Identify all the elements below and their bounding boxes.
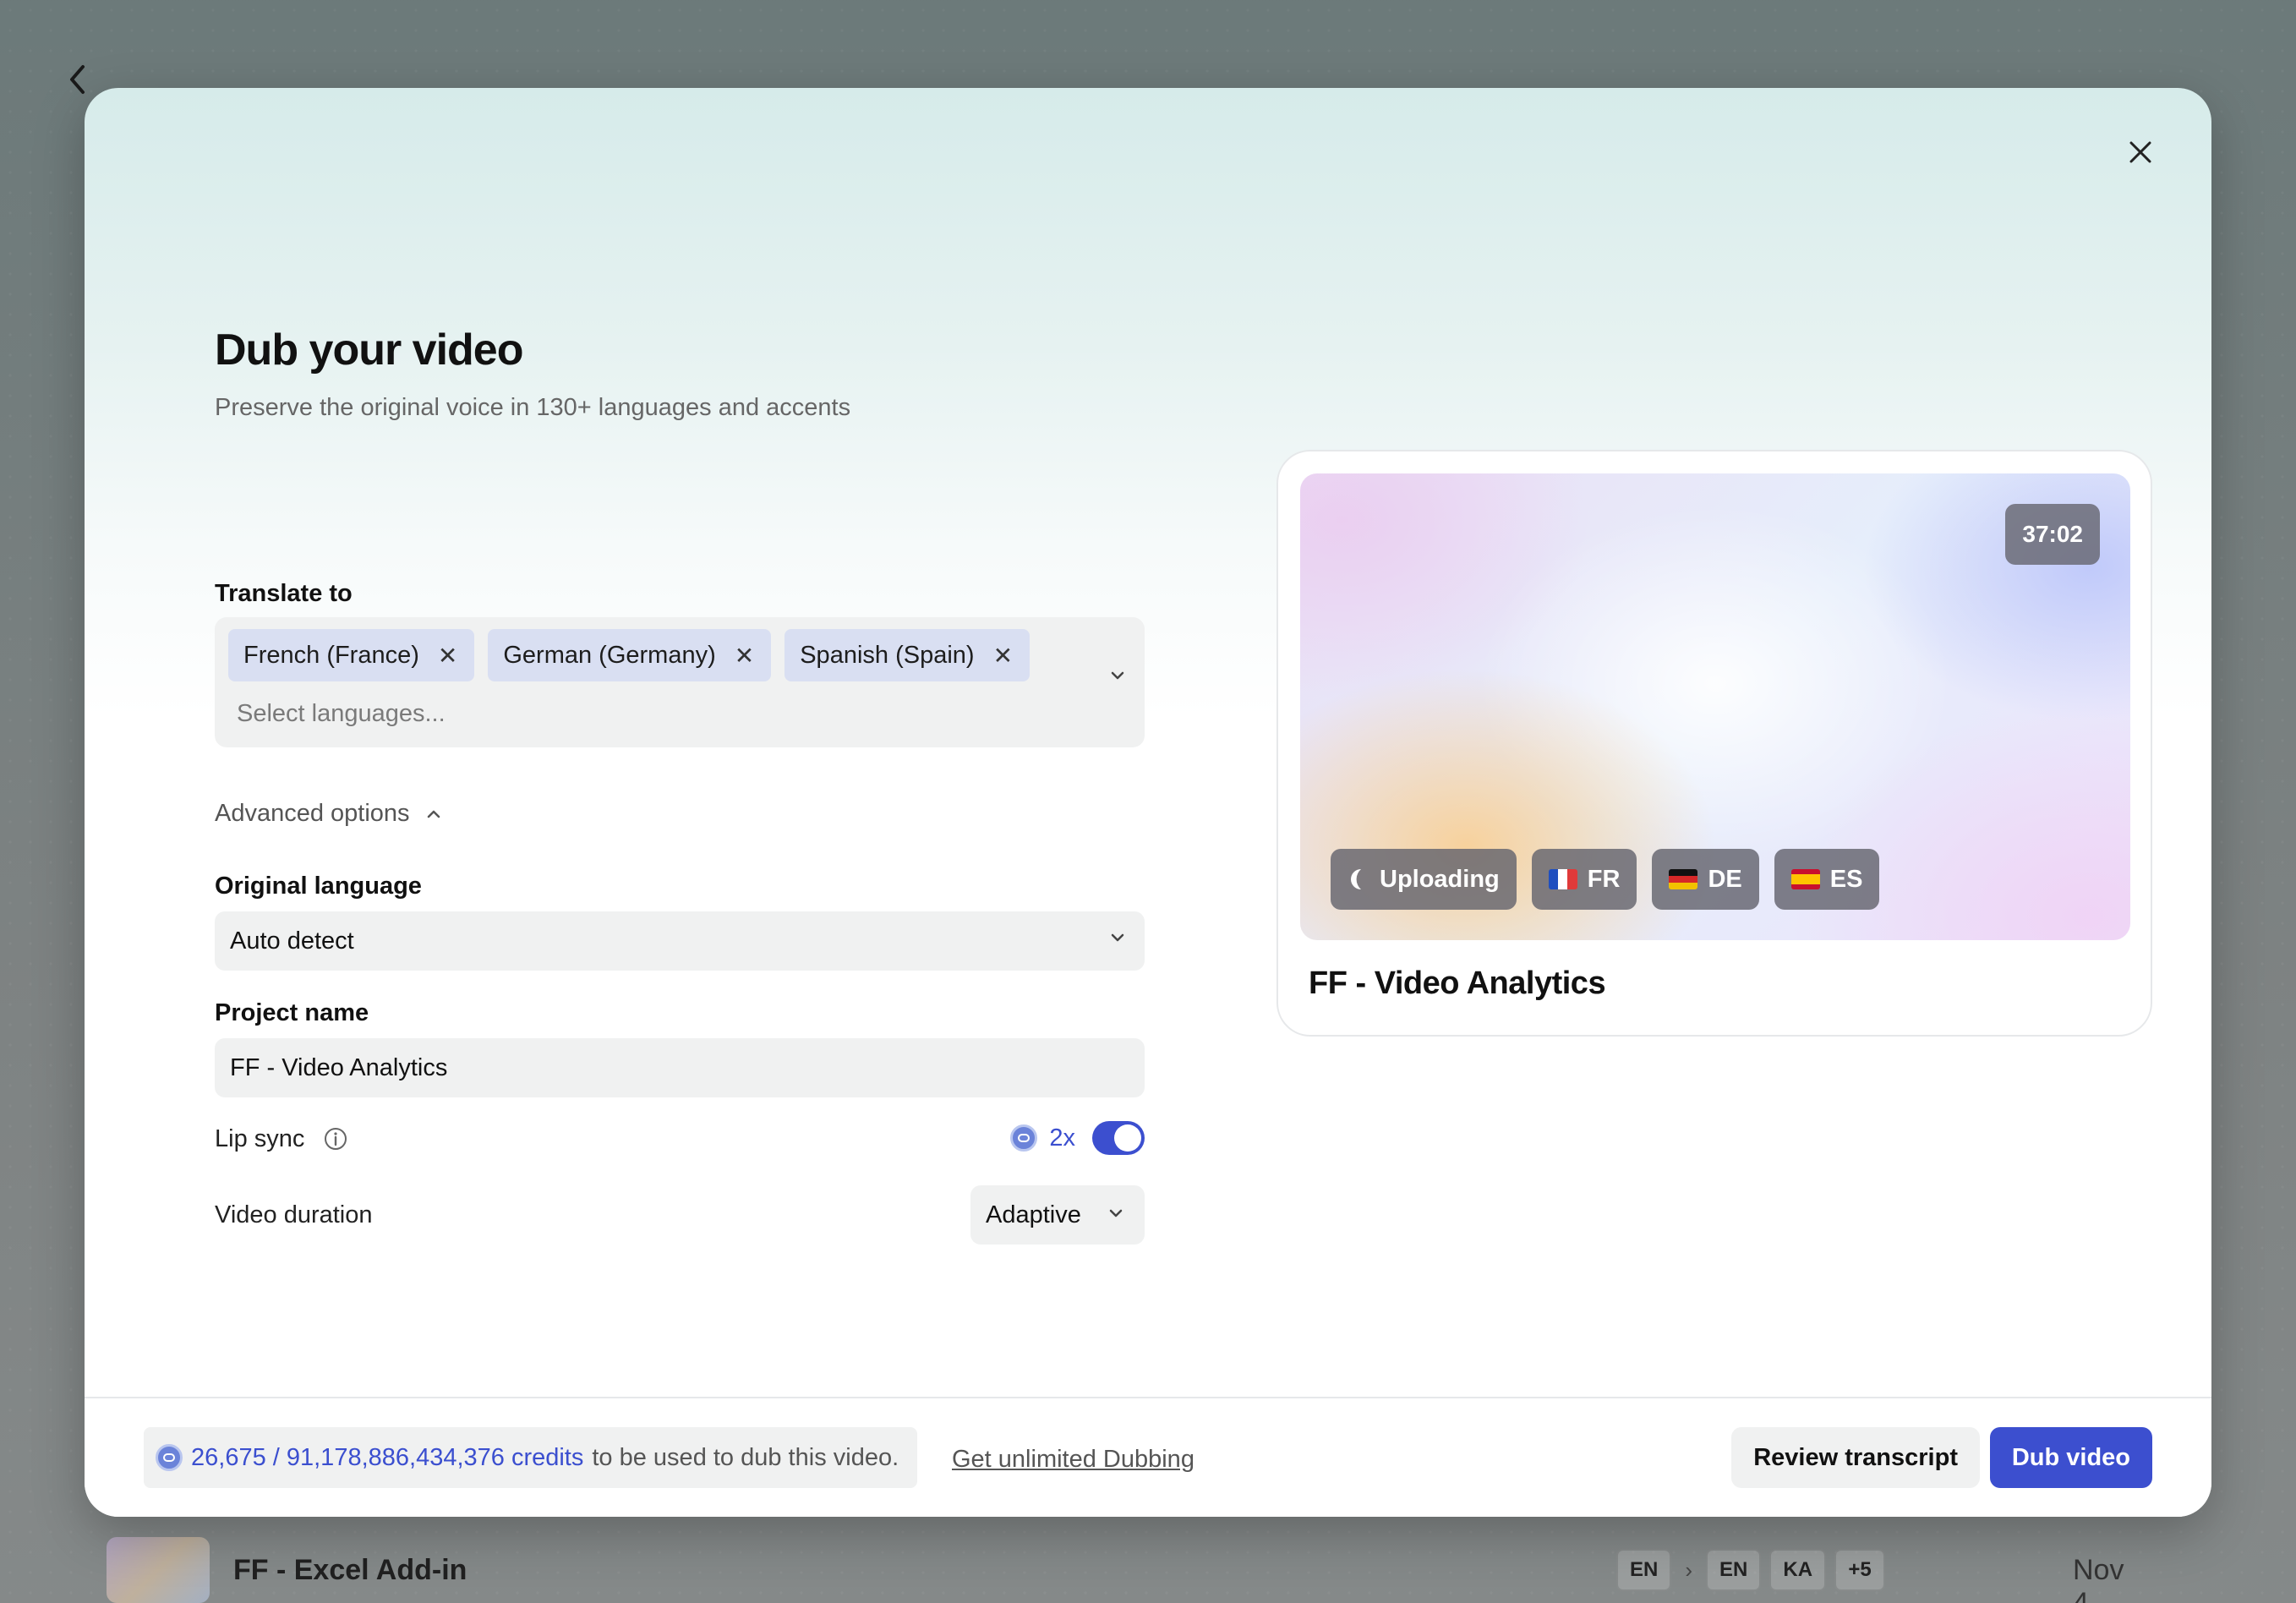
close-icon <box>2129 141 2151 163</box>
chevron-right-icon: › <box>1685 1556 1693 1583</box>
chevron-down-icon <box>1111 933 1124 942</box>
credits-amount: 26,675 / 91,178,886,434,376 credits <box>191 1443 584 1471</box>
back-button[interactable] <box>61 63 95 96</box>
translate-to-label: Translate to <box>215 580 353 607</box>
credits-icon <box>156 1444 183 1471</box>
video-duration-label: Video duration <box>215 1201 373 1228</box>
project-date: Nov 4, 2025 <box>2073 1554 2124 1603</box>
languages-search-input[interactable]: Select languages... <box>237 700 446 728</box>
background-project-row[interactable]: FF - Excel Add-in EN › EN KA +5 Nov 4, 2… <box>107 1537 2135 1603</box>
chevron-down-icon[interactable] <box>1109 670 1126 681</box>
video-duration-select[interactable]: Adaptive <box>970 1185 1145 1245</box>
remove-icon[interactable]: ✕ <box>993 642 1013 670</box>
chevron-up-icon <box>427 810 440 818</box>
spinner-icon <box>1351 869 1361 889</box>
chevron-left-icon <box>70 65 85 94</box>
language-chip-label: German (Germany) <box>503 641 716 669</box>
info-icon[interactable] <box>323 1126 348 1152</box>
video-thumbnail: 37:02 Uploading FR DE ES <box>1300 473 2130 940</box>
uploading-badge: Uploading <box>1331 849 1517 910</box>
language-badge-de: DE <box>1652 849 1759 910</box>
project-thumbnail <box>107 1537 210 1603</box>
more-languages-chip: +5 <box>1834 1549 1886 1591</box>
language-badge-es: ES <box>1774 849 1880 910</box>
chevron-down-icon <box>1109 1209 1123 1217</box>
target-language-chip: EN <box>1706 1549 1762 1591</box>
original-language-select[interactable]: Auto detect <box>215 911 1145 971</box>
preview-title: FF - Video Analytics <box>1309 966 1606 1001</box>
remove-icon[interactable]: ✕ <box>438 642 457 670</box>
video-preview-card: 37:02 Uploading FR DE ES FF - Video Anal… <box>1276 450 2152 1037</box>
lip-sync-row: Lip sync 2x <box>215 1109 1145 1168</box>
language-chip-german: German (Germany) ✕ <box>488 629 772 681</box>
language-badge-fr: FR <box>1531 849 1637 910</box>
modal-title: Dub your video <box>215 326 523 375</box>
preview-badges: Uploading FR DE ES <box>1331 849 1880 910</box>
project-languages: EN › EN KA +5 <box>1616 1549 1886 1591</box>
close-button[interactable] <box>2117 129 2164 176</box>
upload-status: Uploading <box>1380 865 1500 893</box>
lip-sync-label: Lip sync <box>215 1124 305 1152</box>
lip-sync-multiplier: 2x <box>1049 1124 1075 1152</box>
language-chip-label: Spanish (Spain) <box>800 641 975 669</box>
dub-video-modal: Dub your video Preserve the original voi… <box>85 88 2211 1517</box>
target-language-chip: KA <box>1769 1549 1827 1591</box>
get-unlimited-link[interactable]: Get unlimited Dubbing <box>952 1446 1194 1474</box>
review-transcript-button[interactable]: Review transcript <box>1731 1427 1980 1488</box>
language-chip-french: French (France) ✕ <box>228 629 475 681</box>
original-language-label: Original language <box>215 873 422 900</box>
credits-icon <box>1010 1124 1038 1152</box>
video-duration-value: Adaptive <box>986 1201 1081 1228</box>
source-language-chip: EN <box>1616 1549 1672 1591</box>
language-code: DE <box>1708 865 1742 893</box>
language-code: ES <box>1829 865 1863 893</box>
spain-flag-icon <box>1790 869 1820 889</box>
advanced-options-label: Advanced options <box>215 800 410 827</box>
language-code: FR <box>1587 865 1621 893</box>
language-chip-label: French (France) <box>243 641 419 669</box>
video-duration-badge: 37:02 <box>2005 504 2100 565</box>
dub-video-button[interactable]: Dub video <box>1989 1427 2152 1488</box>
original-language-value: Auto detect <box>230 927 354 955</box>
advanced-options-toggle[interactable]: Advanced options <box>215 800 442 828</box>
project-name-label: Project name <box>215 999 369 1026</box>
germany-flag-icon <box>1669 869 1698 889</box>
project-name-input[interactable] <box>215 1038 1145 1097</box>
france-flag-icon <box>1548 869 1577 889</box>
dub-form: Dub your video Preserve the original voi… <box>215 325 1145 1245</box>
remove-icon[interactable]: ✕ <box>735 642 754 670</box>
modal-footer: 26,675 / 91,178,886,434,376 credits to b… <box>85 1397 2211 1517</box>
project-title: FF - Excel Add-in <box>233 1553 467 1586</box>
lip-sync-toggle[interactable] <box>1092 1121 1145 1155</box>
target-languages-select[interactable]: French (France) ✕ German (Germany) ✕ Spa… <box>215 617 1145 747</box>
credits-suffix: to be used to dub this video. <box>592 1443 899 1471</box>
video-duration-row: Video duration Adaptive <box>215 1185 1145 1245</box>
credits-info: 26,675 / 91,178,886,434,376 credits to b… <box>144 1427 918 1488</box>
modal-subtitle: Preserve the original voice in 130+ lang… <box>215 394 851 421</box>
language-chip-spanish: Spanish (Spain) ✕ <box>784 629 1030 681</box>
